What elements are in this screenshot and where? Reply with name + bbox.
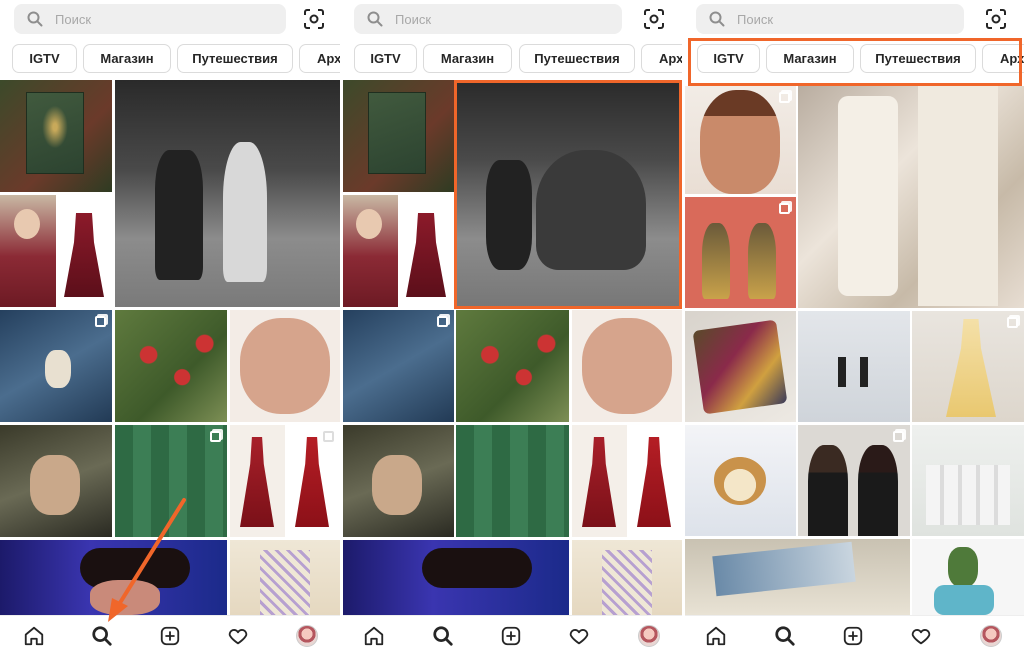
chip-shop[interactable]: Магазин bbox=[423, 44, 512, 73]
chip-shop[interactable]: Магазин bbox=[83, 44, 171, 73]
grid-post[interactable] bbox=[0, 195, 56, 307]
search-row bbox=[684, 4, 1024, 36]
grid-post[interactable] bbox=[230, 310, 340, 422]
chip-archive[interactable]: Архи bbox=[299, 44, 340, 73]
grid-post[interactable] bbox=[56, 195, 112, 307]
search-bar[interactable] bbox=[14, 4, 286, 34]
qr-scan-icon[interactable] bbox=[302, 7, 326, 31]
grid-post[interactable] bbox=[342, 540, 569, 615]
explore-grid bbox=[684, 86, 1024, 615]
grid-post[interactable] bbox=[115, 425, 227, 537]
grid-post[interactable] bbox=[912, 425, 1024, 536]
screen-2: IGTV Магазин Путешествия Архи bbox=[342, 0, 682, 655]
chip-igtv[interactable]: IGTV bbox=[354, 44, 417, 73]
grid-post[interactable] bbox=[342, 80, 454, 192]
grid-post[interactable] bbox=[684, 539, 910, 615]
grid-post[interactable] bbox=[115, 310, 227, 422]
plus-square-icon[interactable] bbox=[159, 625, 181, 647]
grid-post[interactable] bbox=[684, 425, 796, 536]
explore-grid bbox=[0, 80, 340, 615]
grid-post[interactable] bbox=[912, 311, 1024, 422]
bottom-nav bbox=[0, 615, 340, 655]
grid-post[interactable] bbox=[684, 86, 796, 194]
grid-post[interactable] bbox=[456, 80, 682, 307]
grid-post[interactable] bbox=[115, 80, 340, 307]
search-bar[interactable] bbox=[696, 4, 964, 34]
grid-post[interactable] bbox=[0, 310, 112, 422]
plus-square-icon[interactable] bbox=[500, 625, 522, 647]
search-icon[interactable] bbox=[432, 625, 454, 647]
search-row bbox=[0, 4, 340, 36]
grid-post[interactable] bbox=[798, 86, 1024, 308]
search-icon[interactable] bbox=[91, 625, 113, 647]
grid-post[interactable] bbox=[230, 540, 340, 615]
search-row bbox=[342, 4, 682, 36]
topic-chips: IGTV Магазин Путешествия Архи bbox=[342, 44, 682, 74]
topic-chips: IGTV Магазин Путешествия Архи bbox=[0, 44, 340, 74]
screen-3: IGTV Магазин Путешествия Архи bbox=[684, 0, 1024, 655]
bottom-nav bbox=[342, 615, 682, 655]
screen-1: IGTV Магазин Путешествия Архи bbox=[0, 0, 340, 655]
chip-archive[interactable]: Архи bbox=[982, 44, 1024, 73]
chip-travel[interactable]: Путешествия bbox=[519, 44, 635, 73]
home-icon[interactable] bbox=[23, 625, 45, 647]
bottom-nav bbox=[684, 615, 1024, 655]
grid-post[interactable] bbox=[230, 425, 285, 537]
home-icon[interactable] bbox=[363, 625, 385, 647]
grid-post[interactable] bbox=[684, 197, 796, 308]
avatar[interactable] bbox=[638, 625, 660, 647]
screen-divider bbox=[340, 0, 343, 655]
heart-icon[interactable] bbox=[568, 625, 590, 647]
search-input[interactable] bbox=[737, 11, 887, 27]
search-icon bbox=[709, 11, 725, 27]
grid-post[interactable] bbox=[0, 80, 112, 192]
grid-post[interactable] bbox=[798, 311, 910, 422]
grid-post[interactable] bbox=[398, 195, 454, 307]
grid-post[interactable] bbox=[572, 310, 682, 422]
chip-igtv[interactable]: IGTV bbox=[697, 44, 760, 73]
grid-post[interactable] bbox=[0, 540, 227, 615]
qr-scan-icon[interactable] bbox=[642, 7, 666, 31]
qr-scan-icon[interactable] bbox=[984, 7, 1008, 31]
grid-post[interactable] bbox=[684, 311, 796, 422]
grid-post[interactable] bbox=[456, 425, 569, 537]
search-input[interactable] bbox=[395, 11, 545, 27]
avatar[interactable] bbox=[980, 625, 1002, 647]
tutorial-collage: IGTV Магазин Путешествия Архи bbox=[0, 0, 1024, 655]
plus-square-icon[interactable] bbox=[842, 625, 864, 647]
grid-post[interactable] bbox=[0, 425, 112, 537]
home-icon[interactable] bbox=[705, 625, 727, 647]
heart-icon[interactable] bbox=[227, 625, 249, 647]
grid-post[interactable] bbox=[342, 195, 398, 307]
search-icon[interactable] bbox=[774, 625, 796, 647]
chip-travel[interactable]: Путешествия bbox=[177, 44, 293, 73]
search-bar[interactable] bbox=[354, 4, 622, 34]
screen-divider bbox=[682, 0, 685, 655]
search-input[interactable] bbox=[55, 11, 205, 27]
grid-post[interactable] bbox=[572, 540, 682, 615]
explore-grid bbox=[342, 80, 682, 615]
topic-chips: IGTV Магазин Путешествия Архи bbox=[684, 44, 1024, 74]
grid-post[interactable] bbox=[572, 425, 627, 537]
chip-travel[interactable]: Путешествия bbox=[860, 44, 976, 73]
chip-igtv[interactable]: IGTV bbox=[12, 44, 77, 73]
grid-post[interactable] bbox=[456, 310, 569, 422]
search-icon bbox=[27, 11, 43, 27]
search-icon bbox=[367, 11, 383, 27]
grid-post[interactable] bbox=[798, 425, 910, 536]
grid-post[interactable] bbox=[342, 425, 454, 537]
chip-shop[interactable]: Магазин bbox=[766, 44, 854, 73]
heart-icon[interactable] bbox=[910, 625, 932, 647]
avatar[interactable] bbox=[296, 625, 318, 647]
grid-post[interactable] bbox=[342, 310, 454, 422]
grid-post[interactable] bbox=[285, 425, 340, 537]
chip-archive[interactable]: Архи bbox=[641, 44, 682, 73]
grid-post[interactable] bbox=[627, 425, 682, 537]
grid-post[interactable] bbox=[912, 539, 1024, 615]
